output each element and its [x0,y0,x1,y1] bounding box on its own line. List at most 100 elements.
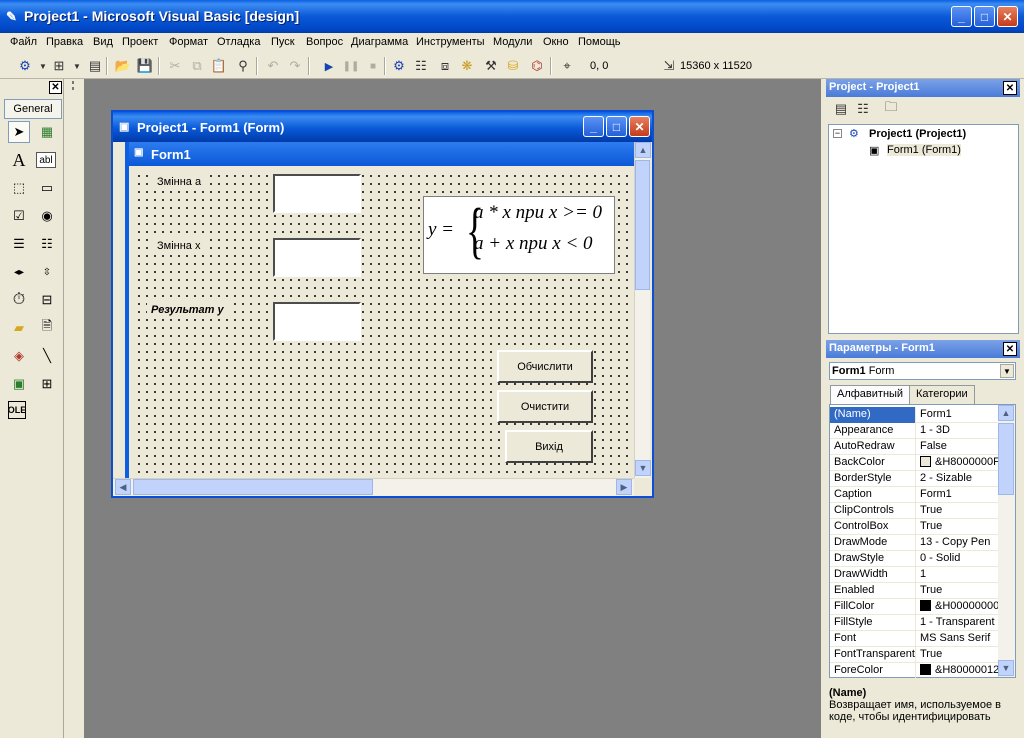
form-canvas[interactable]: Змінна a Змінна x Результат y y = { a * … [133,170,634,478]
paste-icon[interactable]: 📋 [210,57,228,75]
form-designer-window[interactable]: ▣ Project1 - Form1 (Form) _ □ ✕ ▣ Form1 … [111,110,654,498]
listbox-icon[interactable]: ☷ [36,233,58,255]
add-project-icon[interactable]: ⚙ [16,57,34,75]
toggle-folders-icon[interactable]: 🗀 [882,99,900,118]
vscroll-thumb[interactable] [635,160,650,290]
clear-button[interactable]: Очистити [497,390,593,423]
formula-image[interactable]: y = { a * x при x >= 0 a + x при x < 0 [423,196,615,274]
timer-icon[interactable]: ⏱ [8,289,30,311]
property-grid-scrollbar[interactable]: ▲ ▼ [998,405,1015,677]
shape-icon[interactable]: ◈ [8,345,30,367]
image-icon[interactable]: ▣ [8,373,30,395]
tree-project-node[interactable]: Project1 (Project1) [869,128,966,140]
property-row[interactable]: DrawStyle 0 - Solid [830,551,998,567]
main-titlebar[interactable]: ✎ Project1 - Microsoft Visual Basic [des… [0,0,1024,33]
menu-file[interactable]: Файл [10,36,37,48]
menu-edit[interactable]: Правка [46,36,83,48]
properties-close-icon[interactable]: ✕ [1003,342,1017,356]
pointer-icon[interactable]: ➤ [8,121,30,143]
textbox-y[interactable] [273,302,361,341]
checkbox-icon[interactable]: ☑ [8,205,30,227]
dirlistbox-icon[interactable]: ▰ [8,317,30,339]
ole-icon[interactable]: OLE [8,401,26,419]
menu-view[interactable]: Вид [93,36,113,48]
property-row[interactable]: Caption Form1 [830,487,998,503]
toolbox-grip[interactable] [70,79,76,738]
form1-titlebar[interactable]: ▣ Form1 [129,142,634,166]
grid-scroll-thumb[interactable] [998,423,1014,495]
cut-icon[interactable]: ✂ [166,57,184,75]
calculate-button[interactable]: Обчислити [497,350,593,383]
toolbox-close-icon[interactable]: ✕ [49,81,62,94]
save-icon[interactable]: 💾 [136,57,154,75]
project-tree[interactable]: − ⚙ Project1 (Project1) ▣ Form1 (Form1) [828,124,1019,334]
data-view-icon[interactable]: ⛁ [504,57,522,75]
add-form-icon[interactable]: ⊞ [50,57,68,75]
combobox-icon[interactable]: ☰ [8,233,30,255]
menu-debug[interactable]: Отладка [217,36,260,48]
minimize-button[interactable]: _ [951,6,972,27]
scroll-down-icon[interactable]: ▼ [998,660,1014,676]
chevron-down-icon[interactable]: ▼ [68,57,86,75]
designer-vscrollbar[interactable]: ▲ ▼ [634,142,651,478]
tab-alphabetic[interactable]: Алфавитный [830,385,911,404]
properties-panel-title[interactable]: Параметры - Form1 [826,340,1020,358]
project-close-icon[interactable]: ✕ [1003,81,1017,95]
menu-tools[interactable]: Инструменты [416,36,485,48]
break-icon[interactable]: ❚❚ [342,57,360,75]
menu-addins[interactable]: Модули [493,36,532,48]
toolbox-general-tab[interactable]: General [4,99,62,119]
data-icon[interactable]: ⊞ [36,373,58,395]
object-browser-icon[interactable]: ❋ [458,57,476,75]
project-explorer-icon[interactable]: ⚙ [390,57,408,75]
property-row[interactable]: FontTransparent True [830,647,998,663]
object-selector[interactable]: Form1 Form ▼ [829,362,1016,380]
property-row[interactable]: FillColor &H00000000 [830,599,998,615]
menu-run[interactable]: Пуск [271,36,295,48]
property-row[interactable]: ControlBox True [830,519,998,535]
form-layout-icon[interactable]: ⧈ [436,57,454,75]
hscroll-thumb[interactable] [133,479,373,495]
menu-diagram[interactable]: Диаграмма [351,36,408,48]
property-row[interactable]: (Name) Form1 [830,407,998,423]
designer-minimize-button[interactable]: _ [583,116,604,137]
label-var-x[interactable]: Змінна x [153,238,205,254]
designer-titlebar[interactable]: ▣ Project1 - Form1 (Form) _ □ ✕ [113,112,652,142]
maximize-button[interactable]: □ [974,6,995,27]
property-row[interactable]: FillStyle 1 - Transparent [830,615,998,631]
property-row[interactable]: ForeColor &H80000012 [830,663,998,679]
designer-close-button[interactable]: ✕ [629,116,650,137]
filelistbox-icon[interactable]: 🗎 [36,317,58,339]
property-row[interactable]: BackColor &H8000000F [830,455,998,471]
open-icon[interactable]: 📂 [114,57,132,75]
component-manager-icon[interactable]: ⌬ [528,57,546,75]
menu-project[interactable]: Проект [122,36,158,48]
property-row[interactable]: BorderStyle 2 - Sizable [830,471,998,487]
exit-button[interactable]: Вихід [505,430,593,463]
view-object-icon[interactable]: ☷ [854,100,872,118]
copy-icon[interactable]: ⧉ [188,57,206,75]
menu-format[interactable]: Формат [169,36,208,48]
menu-editor-icon[interactable]: ▤ [86,57,104,75]
vscrollbar-icon[interactable]: ⇳ [36,261,58,283]
redo-icon[interactable]: ↷ [286,57,304,75]
property-row[interactable]: DrawWidth 1 [830,567,998,583]
property-row[interactable]: Appearance 1 - 3D [830,423,998,439]
label-result-y[interactable]: Результат y [147,302,228,318]
property-row[interactable]: DrawMode 13 - Copy Pen [830,535,998,551]
designer-maximize-button[interactable]: □ [606,116,627,137]
textbox-icon[interactable]: abl [36,152,56,168]
view-code-icon[interactable]: ▤ [832,100,850,118]
drivelistbox-icon[interactable]: ⊟ [36,289,58,311]
scroll-down-icon[interactable]: ▼ [635,460,651,476]
tree-form-node[interactable]: Form1 (Form1) [887,144,961,156]
property-row[interactable]: AutoRedraw False [830,439,998,455]
form1[interactable]: ▣ Form1 Змінна a Змінна x Результат y y … [125,142,634,478]
menu-help[interactable]: Помощь [578,36,621,48]
menu-query[interactable]: Вопрос [306,36,343,48]
property-row[interactable]: Enabled True [830,583,998,599]
end-icon[interactable]: ■ [364,57,382,75]
commandbutton-icon[interactable]: ▭ [36,177,58,199]
collapse-icon[interactable]: − [833,129,842,138]
scroll-left-icon[interactable]: ◀ [115,479,131,495]
